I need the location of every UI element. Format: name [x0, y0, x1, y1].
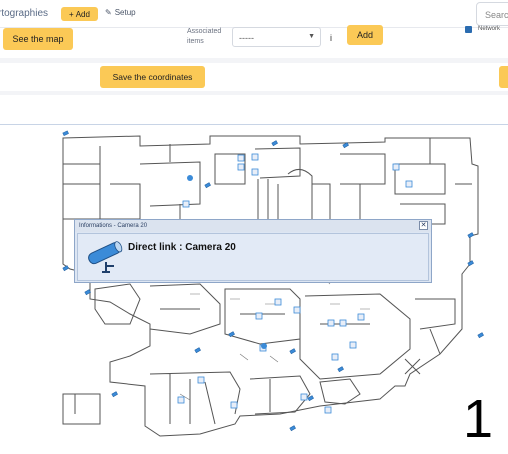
secondary-action-button[interactable] [499, 66, 508, 88]
add-item-button[interactable]: Add [347, 25, 383, 45]
camera-marker [111, 391, 118, 398]
save-coordinates-button[interactable]: Save the coordinates [100, 66, 205, 88]
camera-marker [228, 331, 235, 338]
camera-marker [62, 265, 69, 272]
floor-plan[interactable] [0, 124, 508, 454]
search-input[interactable]: Searc [476, 2, 508, 26]
floor-plan-wall [149, 371, 241, 425]
floor-plan-wall [340, 153, 446, 219]
spacer [0, 95, 508, 124]
device-marker [324, 406, 332, 414]
device-marker [251, 168, 259, 176]
device-marker-round [187, 175, 193, 181]
direct-link[interactable]: Direct link : Camera 20 [128, 242, 236, 253]
device-marker [405, 180, 413, 188]
camera-marker [467, 232, 474, 239]
floor-plan-wall [139, 144, 201, 224]
close-icon[interactable]: ✕ [419, 221, 428, 230]
device-marker [251, 153, 259, 161]
chevron-down-icon: ▼ [308, 33, 315, 40]
camera-marker [271, 140, 278, 147]
setup-button[interactable]: ✎ Setup [105, 8, 136, 17]
floor-plan-wall [415, 298, 456, 355]
floor-plan-wall [319, 378, 361, 405]
floor-plan-wall [299, 293, 411, 380]
camera-marker [477, 332, 484, 339]
network-checkbox[interactable] [465, 26, 472, 33]
floor-plan-wall [149, 283, 221, 335]
device-marker [237, 163, 245, 171]
floor-number: 1 [463, 389, 494, 449]
camera-marker [204, 182, 211, 189]
popup-title: Informations - Camera 20 [75, 220, 431, 232]
network-checkbox-label: Network [478, 26, 501, 32]
device-marker [182, 200, 190, 208]
floor-plan-wall [62, 393, 101, 425]
device-marker [177, 396, 185, 404]
camera-marker [467, 260, 474, 267]
app-title: rtographies [0, 8, 49, 19]
camera-marker [194, 347, 201, 354]
device-marker [274, 298, 282, 306]
floor-plan-wall [224, 288, 301, 345]
camera-icon [88, 241, 123, 273]
camera-info-popup: Informations - Camera 20 ✕ Direct link :… [74, 219, 432, 283]
device-marker-round [261, 343, 267, 349]
device-marker [357, 313, 365, 321]
plus-icon: + [69, 9, 74, 19]
device-marker [349, 341, 357, 349]
device-marker [230, 401, 238, 409]
device-marker [197, 376, 205, 384]
see-map-button[interactable]: See the map [3, 28, 73, 50]
device-marker [300, 393, 308, 401]
add-button-label: Add [75, 9, 90, 19]
wrench-icon: ✎ [105, 8, 112, 17]
floor-plan-wall [214, 147, 301, 185]
setup-button-label: Setup [114, 8, 136, 17]
device-marker [339, 319, 347, 327]
camera-marker [337, 366, 344, 373]
device-marker [255, 312, 263, 320]
device-marker [293, 306, 301, 314]
associated-items-label: Associated items [187, 28, 222, 45]
save-band-inner [0, 63, 508, 91]
floor-plan-wall [257, 169, 331, 219]
camera-marker [289, 425, 296, 432]
device-marker [331, 353, 339, 361]
device-marker [327, 319, 335, 327]
camera-marker [62, 130, 69, 136]
device-marker [237, 154, 245, 162]
floor-plan-wall [63, 146, 141, 220]
select-value: ----- [239, 33, 254, 43]
device-marker [392, 163, 400, 171]
associated-items-select[interactable]: ----- ▼ [232, 27, 321, 47]
info-icon[interactable]: i [330, 33, 332, 43]
popup-body: Direct link : Camera 20 [77, 233, 429, 281]
floor-plan-wall [94, 283, 141, 325]
camera-marker [289, 348, 296, 355]
add-button[interactable]: + Add [61, 7, 98, 21]
